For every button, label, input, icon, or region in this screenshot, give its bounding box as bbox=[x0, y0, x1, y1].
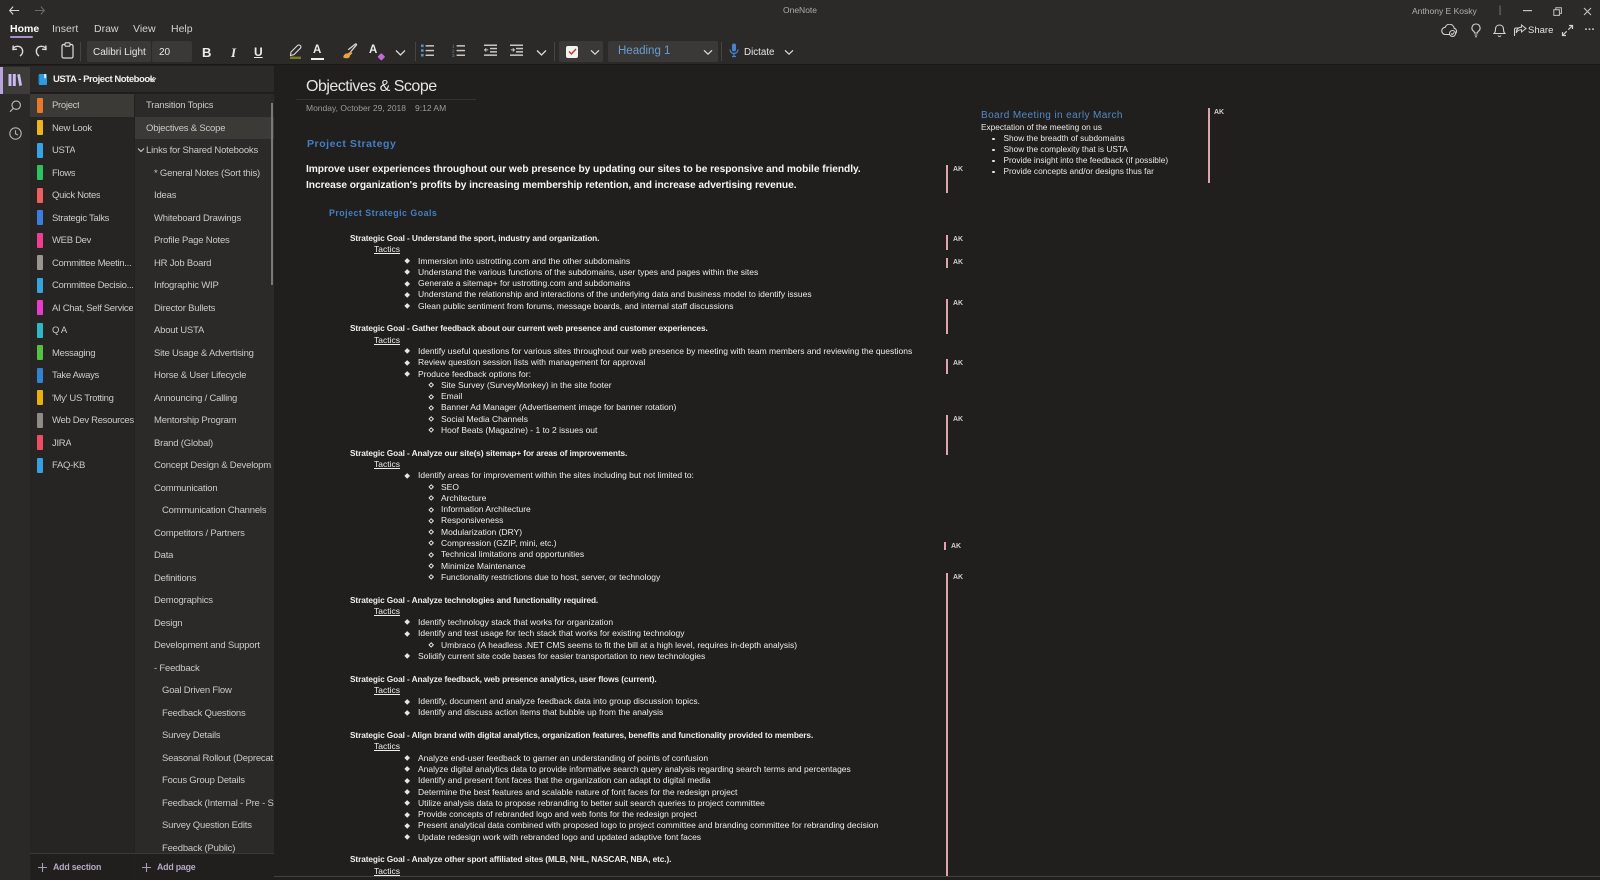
svg-text:3: 3 bbox=[452, 53, 455, 57]
